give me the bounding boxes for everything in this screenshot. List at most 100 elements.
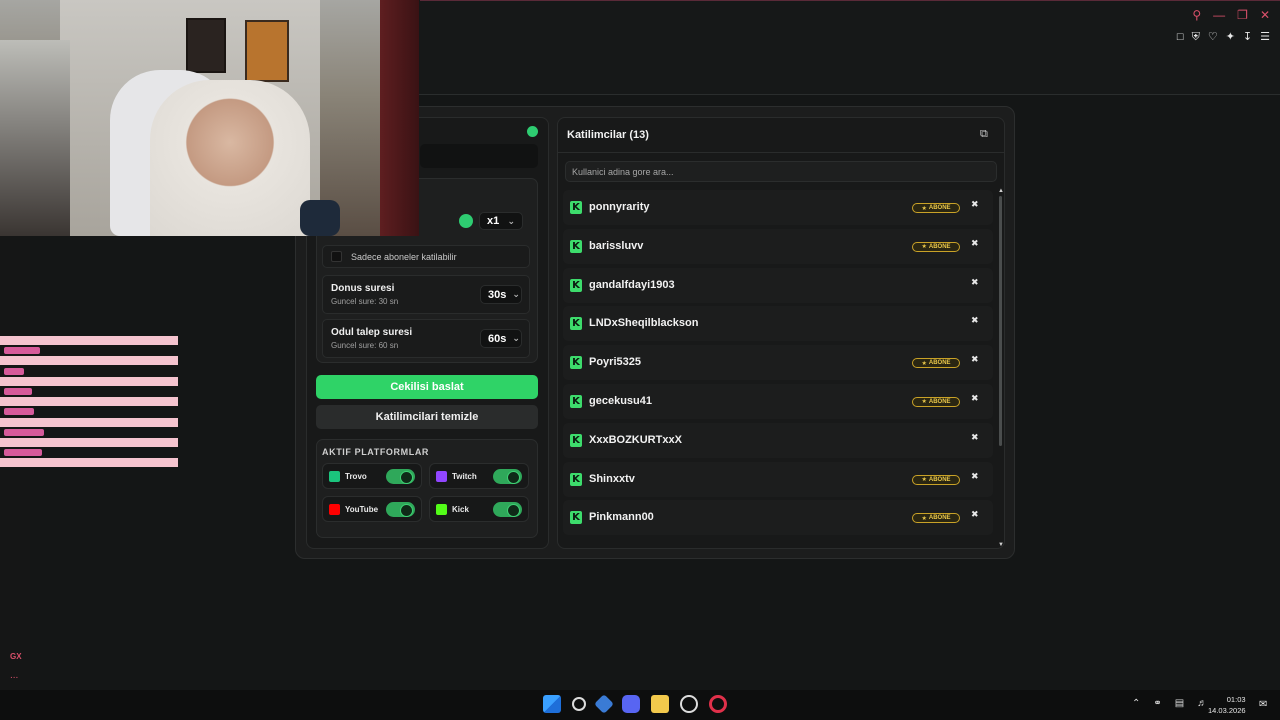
trash-icon[interactable]: ✖ xyxy=(971,278,979,288)
participant-scrollbar[interactable]: ▲ ▼ xyxy=(998,188,1004,548)
more-icon[interactable]: ... xyxy=(10,670,18,681)
multiplier-select[interactable]: x1 ⌄ xyxy=(479,212,523,230)
trash-icon[interactable]: ✖ xyxy=(971,472,979,482)
menu-icon[interactable]: ☰ xyxy=(1260,30,1270,44)
trovo-toggle[interactable] xyxy=(386,469,415,484)
participant-name: XxxBOZKURTxxX xyxy=(589,433,682,446)
trash-icon[interactable]: ✖ xyxy=(971,510,979,520)
webcam-overlay xyxy=(0,0,419,236)
copy-icon[interactable]: ⧉ xyxy=(980,128,992,140)
scroll-thumb[interactable] xyxy=(999,196,1002,446)
participant-row: Kbarissluvv ★ ABONE ✖ xyxy=(563,228,993,264)
subscriber-badge-label: ABONE xyxy=(928,243,951,250)
subscriber-badge: ★ ABONE xyxy=(912,203,960,213)
kick-icon: K xyxy=(570,433,582,447)
extensions-icon[interactable]: ✦ xyxy=(1226,30,1235,44)
participant-row: Kgecekusu41 ★ ABONE ✖ xyxy=(563,383,993,419)
participant-name: Shinxxtv xyxy=(589,472,635,485)
subscriber-badge: ★ ABONE xyxy=(912,396,960,407)
trash-icon[interactable]: ✖ xyxy=(971,239,979,249)
platform-trovo: Trovo xyxy=(322,463,422,489)
subscribers-only-checkbox[interactable] xyxy=(331,251,342,262)
participant-row: K XxxBOZKURTxxX ✖ xyxy=(563,422,993,458)
star-icon: ★ xyxy=(921,205,927,212)
kick-icon: K xyxy=(570,278,582,292)
participant-search-input[interactable] xyxy=(565,161,997,182)
chevron-up-icon[interactable]: ⌃ xyxy=(1132,698,1140,709)
windows-start-icon[interactable] xyxy=(543,695,561,713)
platform-twitch: Twitch xyxy=(429,463,529,489)
youtube-toggle[interactable] xyxy=(386,502,415,517)
chat-line xyxy=(0,356,178,366)
star-icon: ★ xyxy=(921,477,927,484)
trash-icon[interactable]: ✖ xyxy=(971,200,979,210)
chat-line xyxy=(0,387,178,396)
participant-name: Poyri5325 xyxy=(589,356,641,369)
claim-duration-sub: Guncel sure: 60 sn xyxy=(331,341,399,350)
clear-participants-button[interactable]: Katilimcilari temizle xyxy=(316,405,538,429)
divider xyxy=(557,152,1005,153)
notification-icon[interactable]: ✉ xyxy=(1259,699,1267,710)
chat-line xyxy=(0,458,178,468)
scroll-down-icon[interactable]: ▼ xyxy=(998,542,1004,548)
taskbar-clock[interactable]: 01:03 14.03.2026 xyxy=(1208,694,1246,716)
kick-icon: K xyxy=(570,239,582,253)
search-icon[interactable]: ⚲ xyxy=(1192,8,1201,22)
trash-icon[interactable]: ✖ xyxy=(971,316,979,326)
participant-name: ponnyrarity xyxy=(589,201,650,213)
trash-icon[interactable]: ✖ xyxy=(971,433,979,443)
claim-duration-select[interactable]: 60s ⌄ xyxy=(480,329,522,348)
giveaway-name-input[interactable] xyxy=(420,144,538,168)
twitch-toggle[interactable] xyxy=(493,469,522,484)
system-tray: ⌃ ⚭ ▤ ♬ xyxy=(1132,698,1207,709)
snapshot-icon[interactable]: □ xyxy=(1177,30,1184,44)
browser-toolbar: □ ⛨ ♡ ✦ ↧ ☰ xyxy=(1177,30,1270,44)
chat-line xyxy=(0,448,178,457)
turn-duration-select[interactable]: 30s ⌄ xyxy=(480,285,522,304)
subscriber-badge-label: ABONE xyxy=(928,205,951,211)
participant-row: K LNDxSheqilblackson ✖ xyxy=(563,306,993,342)
kick-icon: K xyxy=(570,317,582,331)
chat-line xyxy=(0,407,178,416)
platform-kick: Kick xyxy=(429,496,529,522)
start-giveaway-button[interactable]: Cekilisi baslat xyxy=(316,375,538,399)
claim-duration-title: Odul talep suresi xyxy=(331,327,413,338)
subscriber-badge-label: ABONE xyxy=(928,476,951,483)
chat-line xyxy=(0,397,178,407)
restore-icon[interactable]: ❐ xyxy=(1237,8,1248,22)
opera-gx-icon[interactable] xyxy=(709,695,727,713)
chat-line xyxy=(0,437,178,447)
app-icon[interactable] xyxy=(594,694,614,714)
kick-icon: K xyxy=(570,511,582,525)
kick-icon xyxy=(436,503,447,515)
minimize-icon[interactable]: — xyxy=(1213,8,1225,22)
multiplier-value: x1 xyxy=(487,215,500,227)
volume-icon[interactable]: ♬ xyxy=(1197,698,1207,709)
star-icon: ★ xyxy=(921,360,927,367)
microphone-icon[interactable]: ⚭ xyxy=(1153,698,1161,709)
trash-icon[interactable]: ✖ xyxy=(971,355,979,365)
multiplier-status-dot xyxy=(459,214,473,228)
close-icon[interactable]: ✕ xyxy=(1260,8,1270,22)
status-indicator xyxy=(527,126,538,137)
shield-icon[interactable]: ⛨ xyxy=(1192,30,1200,44)
scroll-up-icon[interactable]: ▲ xyxy=(998,188,1004,194)
gx-logo[interactable]: GX xyxy=(10,652,22,661)
chat-line xyxy=(0,367,178,376)
taskbar-apps xyxy=(543,694,727,714)
subscriber-badge: ★ ABONE xyxy=(912,513,960,524)
network-icon[interactable]: ▤ xyxy=(1175,698,1184,709)
turn-duration-row: Donus suresi Guncel sure: 30 sn 30s ⌄ xyxy=(322,275,530,314)
subscribers-only-option[interactable]: Sadece aboneler katilabilir xyxy=(322,245,530,268)
window-controls: ⚲ — ❐ ✕ xyxy=(1192,8,1270,22)
file-explorer-icon[interactable] xyxy=(651,695,669,713)
search-icon[interactable] xyxy=(572,697,586,711)
download-icon[interactable]: ↧ xyxy=(1243,30,1252,44)
trovo-icon xyxy=(329,470,340,482)
trash-icon[interactable]: ✖ xyxy=(971,394,979,404)
heart-icon[interactable]: ♡ xyxy=(1208,30,1218,44)
discord-icon[interactable] xyxy=(622,695,640,713)
kick-toggle[interactable] xyxy=(493,502,522,517)
app-icon[interactable] xyxy=(680,695,698,713)
chat-line xyxy=(0,428,178,437)
